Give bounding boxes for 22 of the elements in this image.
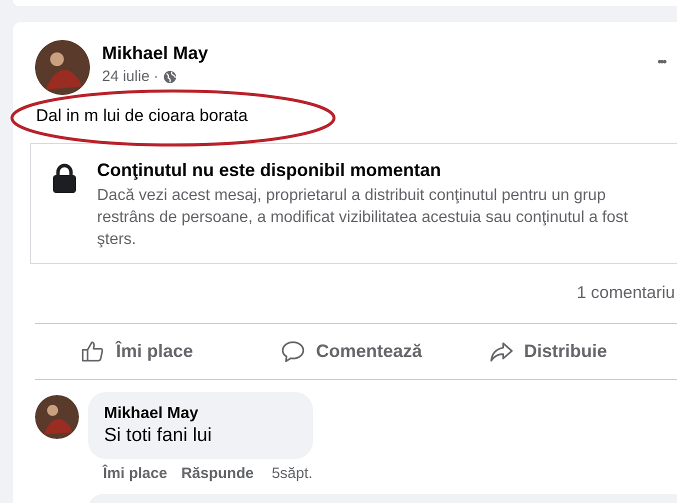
commenter-avatar[interactable] bbox=[35, 395, 79, 439]
comment-time: 5săpt. bbox=[272, 464, 313, 484]
speech-bubble-icon bbox=[280, 338, 306, 364]
lock-icon bbox=[52, 163, 77, 193]
comment-text: Si toti fani lui bbox=[104, 424, 213, 448]
notice-message: Dacă vezi acest mesaj, proprietarul a distribuit conţinutul pentru un grup restrâns de persoane, a modificat vizibilitatea acestuia sau conţinutul a fost şters. bbox=[97, 186, 629, 250]
like-link[interactable]: Îmi place bbox=[103, 464, 168, 484]
post-date[interactable]: 24 iulie bbox=[102, 67, 150, 87]
reply-link[interactable]: Răspunde bbox=[181, 464, 254, 484]
author-name[interactable]: Mikhael May bbox=[102, 41, 208, 65]
post-text: Dal in m lui de cioara borata bbox=[35, 105, 249, 127]
share-button[interactable]: Distribuie bbox=[463, 332, 663, 372]
notice-title: Conţinutul nu este disponibil momentan bbox=[97, 159, 442, 182]
comment-button[interactable]: Comentează bbox=[235, 332, 463, 372]
thumbs-up-icon bbox=[80, 338, 106, 364]
more-options-button[interactable]: ••• bbox=[657, 52, 665, 72]
commenter-name[interactable]: Mikhael May bbox=[104, 404, 297, 424]
separator-dot: · bbox=[154, 67, 159, 87]
avatar-picture[interactable] bbox=[35, 40, 90, 95]
comment-count-link[interactable]: 1 comentariu bbox=[576, 280, 677, 306]
like-button[interactable]: Îmi place bbox=[35, 332, 235, 372]
globe-icon bbox=[162, 70, 177, 84]
